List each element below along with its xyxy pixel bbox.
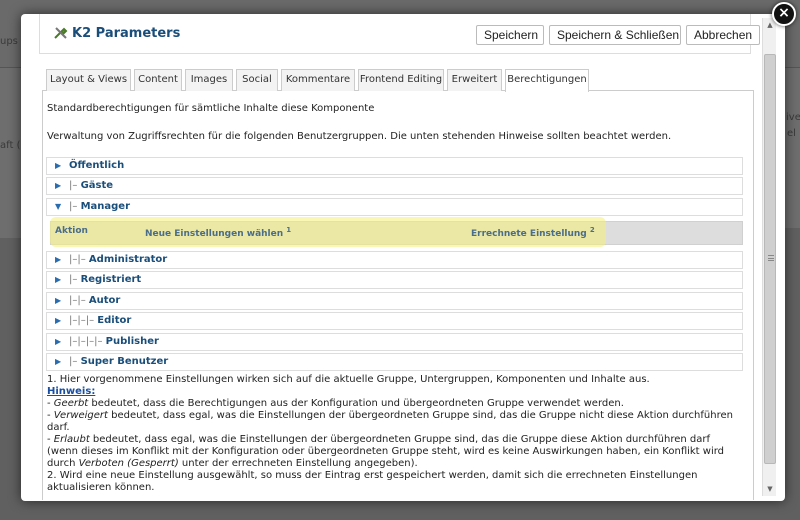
tab-kommentare[interactable]: Kommentare [281, 69, 355, 91]
background-text: ups [0, 36, 18, 47]
group-administrator[interactable]: ▶ |–|– Administrator [46, 251, 743, 269]
group-label: |–|–|– Editor [69, 315, 131, 326]
group-name: Editor [97, 315, 132, 326]
background-text: aft ( [0, 140, 21, 151]
tree-prefix: |–|– [69, 254, 89, 265]
group-autor[interactable]: ▶ |–|– Autor [46, 292, 743, 310]
collapse-arrow-icon: ▼ [55, 202, 62, 211]
tab-social[interactable]: Social [236, 69, 278, 91]
tree-prefix: |– [69, 201, 81, 212]
expand-arrow-icon: ▶ [55, 275, 62, 284]
expand-arrow-icon: ▶ [55, 337, 62, 346]
note-erlaubt: - Erlaubt bedeutet, dass egal, was die E… [47, 434, 725, 469]
modal-content: K2 Parameters Speichern Speichern & Schl… [21, 14, 769, 501]
intro-text: Standardberechtigungen für sämtliche Inh… [47, 103, 375, 114]
note-line-2: 2. Wird eine neue Einstellung ausgewählt… [47, 470, 698, 493]
modal-title: K2 Parameters [72, 26, 181, 41]
scrollbar-thumb[interactable] [764, 54, 776, 464]
tab-images[interactable]: Images [185, 69, 233, 91]
group-label: |– Registriert [69, 274, 141, 285]
tree-prefix: |– [69, 180, 81, 191]
notes-section: 1. Hier vorgenommene Einstellungen wirke… [47, 374, 737, 494]
group-super-benutzer[interactable]: ▶ |– Super Benutzer [46, 353, 743, 371]
group-name: Autor [88, 295, 121, 306]
group-name: Super Benutzer [80, 356, 169, 367]
save-button[interactable]: Speichern [476, 25, 544, 45]
group-editor[interactable]: ▶ |–|–|– Editor [46, 312, 743, 330]
note-verweigert: - Verweigert bedeutet, dass egal, was di… [47, 410, 733, 433]
group-label: |–|– Administrator [69, 254, 167, 265]
group-label: |– Manager [69, 201, 130, 212]
expand-arrow-icon: ▶ [55, 181, 62, 190]
vertical-scrollbar[interactable]: ▲ ▼ [762, 18, 776, 496]
group-label: |–|–|–|– Publisher [69, 336, 159, 347]
group-label: |–|– Autor [69, 295, 120, 306]
column-action: Aktion [55, 226, 88, 236]
expand-arrow-icon: ▶ [55, 161, 62, 170]
column-new-setting: Neue Einstellungen wählen 1 [145, 226, 292, 239]
group-name: Registriert [80, 274, 142, 285]
tab-erweitert[interactable]: Erweitert [447, 69, 502, 91]
save-close-button[interactable]: Speichern & Schließen [549, 25, 681, 45]
grip-icon [768, 255, 774, 261]
group-registriert[interactable]: ▶ |– Registriert [46, 271, 743, 289]
group-gaeste[interactable]: ▶ |– Gäste [46, 177, 743, 195]
group-label: Öffentlich [69, 160, 124, 171]
note-geerbt: - Geerbt bedeutet, dass die Berechtigung… [47, 398, 624, 409]
group-name: Manager [80, 201, 131, 212]
group-manager[interactable]: ▼ |– Manager [46, 198, 743, 216]
background-text: ivel [786, 112, 800, 123]
group-name: Administrator [88, 254, 168, 265]
background-text: el [787, 128, 796, 139]
tree-prefix: |–|–|–|– [69, 336, 106, 347]
group-oeffentlich[interactable]: ▶ Öffentlich [46, 157, 743, 175]
tree-prefix: |–|–|– [69, 315, 98, 326]
group-publisher[interactable]: ▶ |–|–|–|– Publisher [46, 333, 743, 351]
expand-arrow-icon: ▶ [55, 316, 62, 325]
group-name: Publisher [105, 336, 159, 347]
group-label: |– Gäste [69, 180, 113, 191]
tree-prefix: |–|– [69, 295, 89, 306]
group-label: |– Super Benutzer [69, 356, 168, 367]
tree-prefix: |– [69, 274, 81, 285]
tab-berechtigungen[interactable]: Berechtigungen [505, 69, 589, 92]
column-computed-setting: Errechnete Einstellung 2 [471, 226, 595, 239]
close-modal-button[interactable]: × [772, 2, 796, 26]
tab-content[interactable]: Content [134, 69, 182, 91]
expand-arrow-icon: ▶ [55, 255, 62, 264]
expand-arrow-icon: ▶ [55, 296, 62, 305]
tab-layout-views[interactable]: Layout & Views [46, 69, 131, 91]
group-name: Öffentlich [69, 160, 125, 171]
tab-frontend-editing[interactable]: Frontend Editing [358, 69, 444, 91]
intro-text: Verwaltung von Zugriffsrechten für die f… [47, 131, 672, 142]
hint-heading: Hinweis: [47, 386, 96, 397]
note-line-1: 1. Hier vorgenommene Einstellungen wirke… [47, 374, 650, 385]
expand-arrow-icon: ▶ [55, 357, 62, 366]
tools-icon [53, 25, 69, 41]
group-name: Gäste [80, 180, 114, 191]
cancel-button[interactable]: Abbrechen [686, 25, 760, 45]
k2-parameters-modal: K2 Parameters Speichern Speichern & Schl… [21, 14, 785, 501]
scroll-down-arrow-icon[interactable]: ▼ [763, 482, 777, 496]
modal-toolbar: K2 Parameters Speichern Speichern & Schl… [39, 14, 760, 54]
tree-prefix: |– [69, 356, 81, 367]
